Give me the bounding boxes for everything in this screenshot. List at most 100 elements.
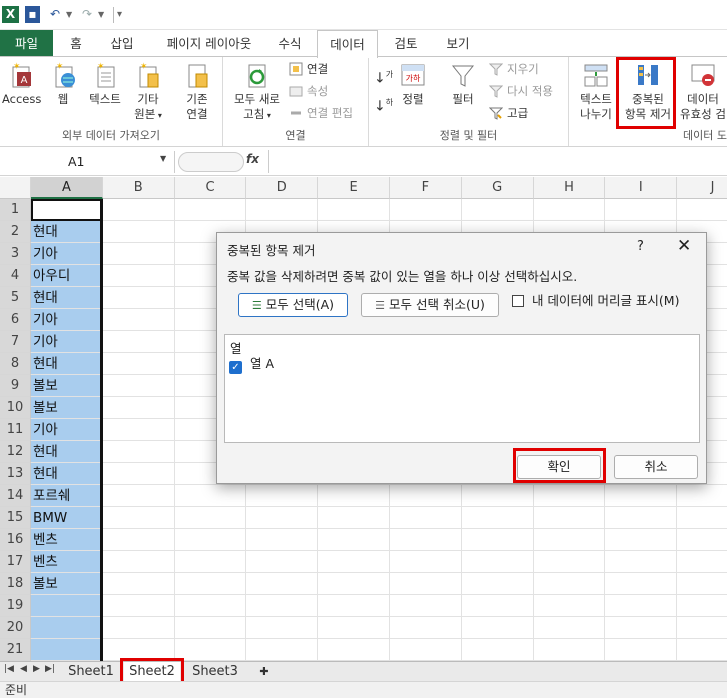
sort-desc-icon[interactable]: ↓하 xyxy=(374,95,393,115)
name-box[interactable]: A1 xyxy=(0,151,175,173)
tab-view[interactable]: 보기 xyxy=(440,30,476,57)
row-header-7[interactable]: 7 xyxy=(0,331,31,353)
clear-filter-button[interactable]: 지우기 xyxy=(489,61,539,77)
redo-dropdown-icon[interactable]: ▼ xyxy=(98,6,104,23)
header-checkbox-row[interactable]: 내 데이터에 머리글 표시(M) xyxy=(512,293,679,309)
tab-data[interactable]: 데이터 xyxy=(317,30,378,58)
column-header-h[interactable]: H xyxy=(533,177,606,199)
customize-qat-icon[interactable]: ▾ xyxy=(117,6,122,23)
tab-review[interactable]: 검토 xyxy=(388,30,424,57)
cell-a12[interactable]: 현대 xyxy=(33,441,58,463)
text-import-button[interactable]: ✶ 텍스트 xyxy=(86,61,124,107)
last-sheet-icon[interactable]: ▶| xyxy=(45,664,55,674)
header-checkbox[interactable] xyxy=(512,295,524,307)
column-header-a[interactable]: A xyxy=(31,177,103,199)
undo-icon[interactable]: ↶ xyxy=(48,6,62,23)
row-header-14[interactable]: 14 xyxy=(0,485,31,507)
row-header-1[interactable]: 1 xyxy=(0,199,31,221)
row-header-16[interactable]: 16 xyxy=(0,529,31,551)
access-button[interactable]: A ✶ Access xyxy=(2,61,41,107)
advanced-filter-button[interactable]: 고급 xyxy=(489,105,528,121)
row-header-19[interactable]: 19 xyxy=(0,595,31,617)
columns-list[interactable]: 열 ✓ 열 A xyxy=(224,334,700,443)
row-header-2[interactable]: 2 xyxy=(0,221,31,243)
tab-insert[interactable]: 삽입 xyxy=(104,30,140,57)
column-header-c[interactable]: C xyxy=(174,177,247,199)
cell-a15[interactable]: BMW xyxy=(33,507,67,529)
tab-home[interactable]: 홈 xyxy=(60,30,92,57)
existing-connections-button[interactable]: 기존 연결 xyxy=(180,61,214,122)
new-sheet-icon[interactable]: ✚ xyxy=(254,662,274,681)
connections-button[interactable]: 연결 xyxy=(289,61,328,77)
web-button[interactable]: ✶ 웹 xyxy=(50,61,76,107)
sheet-tab-sheet1[interactable]: Sheet1 xyxy=(64,662,118,681)
cell-a8[interactable]: 현대 xyxy=(33,353,58,375)
formula-input[interactable] xyxy=(270,150,727,174)
reapply-button[interactable]: 다시 적용 xyxy=(489,83,553,99)
row-header-12[interactable]: 12 xyxy=(0,441,31,463)
insert-function-icon[interactable]: fx xyxy=(246,152,259,166)
name-box-dropdown-icon[interactable]: ▼ xyxy=(160,154,166,163)
cell-a14[interactable]: 포르쉐 xyxy=(33,485,70,507)
select-all-button[interactable]: ☰ 모두 선택(A) xyxy=(238,293,348,317)
row-header-5[interactable]: 5 xyxy=(0,287,31,309)
sort-button[interactable]: 가하 정렬 xyxy=(395,61,431,107)
cell-a16[interactable]: 벤츠 xyxy=(33,529,58,551)
unselect-all-button[interactable]: ☰ 모두 선택 취소(U) xyxy=(361,293,499,317)
next-sheet-icon[interactable]: ▶ xyxy=(33,664,40,674)
active-cell-a1[interactable] xyxy=(31,199,102,221)
row-header-18[interactable]: 18 xyxy=(0,573,31,595)
cell-a6[interactable]: 기아 xyxy=(33,309,58,331)
close-icon[interactable]: ✕ xyxy=(677,236,691,256)
cell-a2[interactable]: 현대 xyxy=(33,221,58,243)
row-header-6[interactable]: 6 xyxy=(0,309,31,331)
cell-a9[interactable]: 볼보 xyxy=(33,375,58,397)
row-header-3[interactable]: 3 xyxy=(0,243,31,265)
row-header-4[interactable]: 4 xyxy=(0,265,31,287)
row-header-15[interactable]: 15 xyxy=(0,507,31,529)
row-header-21[interactable]: 21 xyxy=(0,639,31,661)
column-header-i[interactable]: I xyxy=(605,177,678,199)
cell-a3[interactable]: 기아 xyxy=(33,243,58,265)
first-sheet-icon[interactable]: |◀ xyxy=(4,664,14,674)
cell-a11[interactable]: 기아 xyxy=(33,419,58,441)
tab-file[interactable]: 파일 xyxy=(0,30,53,57)
tab-formulas[interactable]: 수식 xyxy=(273,30,307,57)
row-header-20[interactable]: 20 xyxy=(0,617,31,639)
cell-a5[interactable]: 현대 xyxy=(33,287,58,309)
remove-duplicates-button[interactable]: 중복된 항목 제거 xyxy=(623,61,673,122)
cancel-button[interactable]: 취소 xyxy=(614,455,698,479)
cell-a13[interactable]: 현대 xyxy=(33,463,58,485)
sheet-tab-sheet2[interactable]: Sheet2 xyxy=(124,662,180,681)
list-item[interactable]: ✓ 열 A xyxy=(229,355,274,374)
column-a-checkbox[interactable]: ✓ xyxy=(229,361,242,374)
save-icon[interactable]: ▪ xyxy=(25,6,40,23)
column-header-j[interactable]: J xyxy=(677,177,727,199)
cell-a4[interactable]: 아우디 xyxy=(33,265,70,287)
row-header-9[interactable]: 9 xyxy=(0,375,31,397)
cell-a17[interactable]: 벤츠 xyxy=(33,551,58,573)
cell-a18[interactable]: 볼보 xyxy=(33,573,58,595)
column-header-g[interactable]: G xyxy=(461,177,534,199)
column-header-b[interactable]: B xyxy=(102,177,175,199)
redo-icon[interactable]: ↷ xyxy=(80,6,94,23)
ok-button[interactable]: 확인 xyxy=(517,455,601,479)
row-header-8[interactable]: 8 xyxy=(0,353,31,375)
column-header-e[interactable]: E xyxy=(318,177,390,199)
row-header-10[interactable]: 10 xyxy=(0,397,31,419)
tab-page-layout[interactable]: 페이지 레이아웃 xyxy=(155,30,263,57)
cell-a10[interactable]: 볼보 xyxy=(33,397,58,419)
row-header-11[interactable]: 11 xyxy=(0,419,31,441)
sheet-tab-sheet3[interactable]: Sheet3 xyxy=(188,662,242,681)
help-icon[interactable]: ? xyxy=(637,239,644,254)
cell-a7[interactable]: 기아 xyxy=(33,331,58,353)
data-validation-button[interactable]: 데이터 유효성 검 xyxy=(677,61,727,122)
column-header-f[interactable]: F xyxy=(390,177,462,199)
edit-links-button[interactable]: 연결 편집 xyxy=(289,105,353,121)
other-sources-button[interactable]: ✶ 기타 원본 ▾ xyxy=(130,61,166,123)
row-header-13[interactable]: 13 xyxy=(0,463,31,485)
text-to-columns-button[interactable]: 텍스트 나누기 xyxy=(575,61,617,122)
column-header-d[interactable]: D xyxy=(246,177,319,199)
sort-asc-icon[interactable]: ↓가 xyxy=(374,67,393,87)
properties-button[interactable]: 속성 xyxy=(289,83,328,99)
